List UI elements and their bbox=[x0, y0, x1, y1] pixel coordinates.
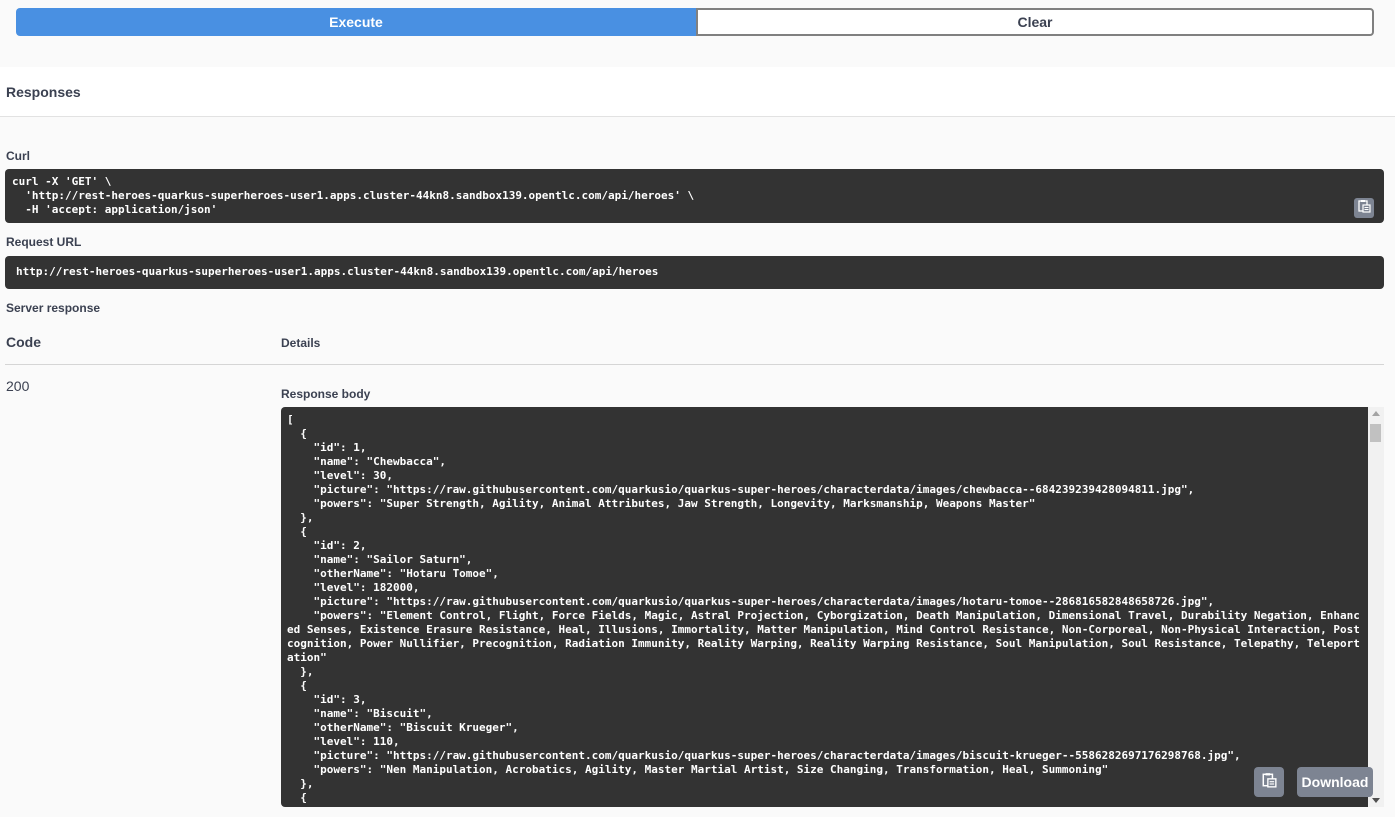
response-body-line: ation" bbox=[287, 651, 327, 664]
execute-bar: Execute Clear bbox=[0, 0, 1395, 66]
response-body-line: "otherName": "Biscuit Krueger", bbox=[287, 721, 519, 734]
divider bbox=[5, 364, 1384, 365]
request-url-label: Request URL bbox=[6, 235, 82, 249]
response-body-line: "level": 110, bbox=[287, 735, 400, 748]
request-url-value: http://rest-heroes-quarkus-superheroes-u… bbox=[5, 256, 1384, 289]
curl-line: 'http://rest-heroes-quarkus-superheroes-… bbox=[12, 189, 695, 202]
execute-button[interactable]: Execute bbox=[16, 8, 696, 36]
response-body-line: [ bbox=[287, 413, 294, 426]
curl-line: curl -X 'GET' \ bbox=[12, 175, 112, 188]
response-body-line: }, bbox=[287, 777, 314, 790]
response-body-line: "id": 2, bbox=[287, 539, 367, 552]
clipboard-icon bbox=[1357, 199, 1371, 218]
scroll-thumb[interactable] bbox=[1370, 424, 1381, 442]
response-body-line: }, bbox=[287, 511, 314, 524]
response-body-line: "name": "Biscuit", bbox=[287, 707, 433, 720]
response-body-line: "name": "Sailor Saturn", bbox=[287, 553, 473, 566]
response-body-line: { bbox=[287, 791, 307, 804]
response-body-label: Response body bbox=[281, 387, 371, 401]
response-body-line: "name": "Chewbacca", bbox=[287, 455, 446, 468]
response-body-line: "id": 1, bbox=[287, 441, 367, 454]
clear-button[interactable]: Clear bbox=[696, 8, 1374, 36]
curl-code-block: curl -X 'GET' \ 'http://rest-heroes-quar… bbox=[5, 169, 1384, 223]
response-body-line: "picture": "https://raw.githubuserconten… bbox=[287, 483, 1195, 496]
response-body-line: "powers": "Nen Manipulation, Acrobatics,… bbox=[287, 763, 1109, 776]
responses-header: Responses bbox=[0, 67, 1395, 117]
copy-response-button[interactable] bbox=[1254, 767, 1284, 797]
response-body-line: }, bbox=[287, 665, 314, 678]
clipboard-icon bbox=[1261, 772, 1277, 793]
response-body-line: "picture": "https://raw.githubuserconten… bbox=[287, 749, 1241, 762]
response-body-line: { bbox=[287, 427, 307, 440]
response-body-line: "powers": "Element Control, Flight, Forc… bbox=[287, 609, 1360, 622]
copy-curl-button[interactable] bbox=[1354, 198, 1374, 218]
download-button[interactable]: Download bbox=[1297, 767, 1373, 797]
response-body-line: { bbox=[287, 525, 307, 538]
response-body-line: "powers": "Super Strength, Agility, Anim… bbox=[287, 497, 1036, 510]
responses-title: Responses bbox=[6, 84, 81, 100]
response-body-line: cognition, Power Nullifier, Precognition… bbox=[287, 637, 1360, 650]
response-body-scrollbar[interactable] bbox=[1368, 407, 1384, 807]
scroll-down-icon[interactable] bbox=[1372, 798, 1380, 803]
response-body-line: ed Senses, Existence Erasure Resistance,… bbox=[287, 623, 1360, 636]
curl-line: -H 'accept: application/json' bbox=[12, 203, 218, 216]
code-column-header: Code bbox=[6, 334, 41, 350]
scroll-up-icon[interactable] bbox=[1372, 411, 1380, 416]
status-code: 200 bbox=[6, 378, 30, 394]
response-body[interactable]: [ { "id": 1, "name": "Chewbacca", "level… bbox=[281, 407, 1368, 807]
server-response-label: Server response bbox=[6, 301, 101, 315]
details-column-header: Details bbox=[281, 336, 321, 350]
response-body-line: "id": 3, bbox=[287, 693, 367, 706]
response-body-line: "level": 182000, bbox=[287, 581, 420, 594]
response-body-line: "level": 30, bbox=[287, 469, 393, 482]
response-body-line: "otherName": "Hotaru Tomoe", bbox=[287, 567, 499, 580]
response-body-line: "picture": "https://raw.githubuserconten… bbox=[287, 595, 1215, 608]
curl-label: Curl bbox=[6, 149, 30, 163]
response-body-line: { bbox=[287, 679, 307, 692]
